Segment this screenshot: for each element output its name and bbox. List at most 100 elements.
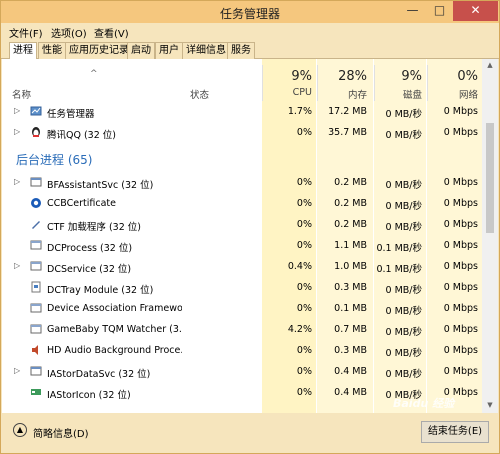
- tab-services[interactable]: 服务: [227, 42, 255, 59]
- column-header-memory[interactable]: 内存: [319, 87, 367, 101]
- cpu-value: 0%: [296, 219, 312, 230]
- network-value: 0 Mbps: [443, 240, 478, 251]
- expand-chevron-icon[interactable]: ▷: [14, 127, 20, 136]
- cpu-value: 0%: [296, 198, 312, 209]
- tab-users[interactable]: 用户: [155, 42, 183, 59]
- process-row[interactable]: DCTray Module (32 位) 0% 0.3 MB 0 MB/秒 0 Mbps: [2, 277, 482, 298]
- network-value: 0 Mbps: [443, 127, 478, 138]
- disk-value: 0 MB/秒: [385, 348, 422, 359]
- process-row[interactable]: CTF 加载程序 (32 位) 0% 0.2 MB 0 MB/秒 0 Mbps: [2, 214, 482, 235]
- network-value: 0 Mbps: [443, 261, 478, 272]
- cpu-value: 1.7%: [287, 106, 312, 117]
- cpu-total: 9%: [291, 69, 312, 84]
- process-name: 腾讯QQ (32 位): [47, 130, 116, 141]
- network-value: 0 Mbps: [443, 303, 478, 314]
- window-icon: [30, 323, 42, 335]
- disk-value: 0 MB/秒: [385, 109, 422, 120]
- expand-chevron-icon[interactable]: ▷: [14, 261, 20, 270]
- window-icon: [30, 260, 42, 272]
- process-row[interactable]: ▷ DCService (32 位) 0.4% 1.0 MB 0.1 MB/秒 0 Mbp…: [2, 256, 482, 277]
- group-background-processes[interactable]: 后台进程 (65): [16, 151, 92, 168]
- title-bar: 任务管理器 — □ ✕: [1, 1, 499, 23]
- tab-startup[interactable]: 启动: [127, 42, 155, 59]
- process-row[interactable]: GameBaby TQM Watcher (3... 4.2% 0.7 MB 0 MB…: [2, 319, 482, 340]
- disk-value: 0 MB/秒: [385, 285, 422, 296]
- disk-value: 0 MB/秒: [385, 201, 422, 212]
- cpu-value: 0%: [296, 282, 312, 293]
- cpu-value: 0.4%: [287, 261, 312, 272]
- tab-bar: 进程 性能 应用历史记录 启动 用户 详细信息 服务: [1, 41, 499, 60]
- process-name: DCProcess (32 位): [47, 243, 133, 254]
- fewer-details-link[interactable]: 简略信息(D): [33, 425, 89, 440]
- service-icon: [30, 176, 42, 188]
- tab-performance[interactable]: 性能: [38, 42, 66, 59]
- process-row[interactable]: ▷ 任务管理器 1.7% 17.2 MB 0 MB/秒 0 Mbps: [2, 101, 482, 122]
- tab-app-history[interactable]: 应用历史记录: [65, 42, 133, 59]
- menu-view[interactable]: 查看(V): [94, 25, 129, 40]
- process-row[interactable]: DCProcess (32 位) 0% 1.1 MB 0.1 MB/秒 0 Mbps: [2, 235, 482, 256]
- sort-caret-icon: ^: [90, 69, 98, 79]
- cpu-value: 0%: [296, 177, 312, 188]
- memory-value: 1.0 MB: [334, 261, 367, 272]
- process-name: CCBCertificate: [47, 198, 116, 209]
- tab-details[interactable]: 详细信息: [182, 42, 230, 59]
- process-row[interactable]: ▷ IAStorDataSvc (32 位) 0% 0.4 MB 0 MB/秒 0 Mbp…: [2, 361, 482, 382]
- close-button[interactable]: ✕: [453, 1, 498, 21]
- column-header-status[interactable]: 状态: [190, 87, 209, 101]
- expand-chevron-icon[interactable]: ▷: [14, 366, 20, 375]
- process-name: DCTray Module (32 位): [47, 285, 154, 296]
- menu-file[interactable]: 文件(F): [9, 25, 43, 40]
- column-divider: [374, 65, 375, 101]
- network-value: 0 Mbps: [443, 366, 478, 377]
- column-divider: [317, 65, 318, 101]
- column-header-name[interactable]: 名称: [12, 87, 31, 101]
- memory-value: 0.3 MB: [334, 282, 367, 293]
- expand-chevron-icon[interactable]: ▷: [14, 177, 20, 186]
- scroll-up-arrow-icon[interactable]: ▲: [486, 61, 494, 71]
- column-divider: [427, 65, 428, 101]
- task-manager-window: 任务管理器 — □ ✕ 文件(F) 选项(O) 查看(V) 进程 性能 应用历史…: [0, 0, 500, 454]
- memory-value: 0.2 MB: [334, 198, 367, 209]
- process-row[interactable]: ▷ BFAssistantSvc (32 位) 0% 0.2 MB 0 MB/秒 0 Mb…: [2, 172, 482, 193]
- taskmgr-icon: [30, 105, 42, 117]
- cpu-value: 0%: [296, 240, 312, 251]
- process-row[interactable]: ▷ 腾讯QQ (32 位) 0% 35.7 MB 0 MB/秒 0 Mbps: [2, 122, 482, 143]
- process-name: Device Association Framewo...: [47, 303, 182, 314]
- network-total: 0%: [457, 69, 478, 84]
- cpu-value: 0%: [296, 303, 312, 314]
- process-name: DCService (32 位): [47, 264, 132, 275]
- memory-value: 0.7 MB: [334, 324, 367, 335]
- minimize-button[interactable]: —: [399, 1, 426, 21]
- maximize-button[interactable]: □: [426, 1, 453, 21]
- scrollbar-thumb[interactable]: [486, 123, 494, 233]
- column-header-network[interactable]: 网络: [429, 87, 478, 101]
- process-row[interactable]: Device Association Framewo... 0% 0.1 MB 0 M…: [2, 298, 482, 319]
- tray-icon: [30, 281, 42, 293]
- process-row[interactable]: CCBCertificate 0% 0.2 MB 0 MB/秒 0 Mbps: [2, 193, 482, 214]
- cpu-value: 0%: [296, 366, 312, 377]
- cpu-value: 4.2%: [287, 324, 312, 335]
- menu-options[interactable]: 选项(O): [51, 25, 87, 40]
- service-icon: [30, 365, 42, 377]
- network-value: 0 Mbps: [443, 219, 478, 230]
- process-name: BFAssistantSvc (32 位): [47, 180, 154, 191]
- memory-value: 35.7 MB: [328, 127, 367, 138]
- memory-total: 28%: [338, 69, 367, 84]
- memory-value: 0.4 MB: [334, 366, 367, 377]
- disk-value: 0 MB/秒: [385, 306, 422, 317]
- tab-processes[interactable]: 进程: [9, 42, 37, 60]
- network-value: 0 Mbps: [443, 345, 478, 356]
- menu-bar: 文件(F) 选项(O) 查看(V): [1, 23, 499, 41]
- collapse-chevron-icon[interactable]: ▲: [13, 423, 27, 437]
- column-divider: [262, 65, 263, 101]
- column-header-disk[interactable]: 磁盘: [376, 87, 422, 101]
- disk-value: 0 MB/秒: [385, 327, 422, 338]
- column-header-cpu[interactable]: CPU: [264, 87, 312, 98]
- process-row[interactable]: HD Audio Background Proce... 0% 0.3 MB 0 MB…: [2, 340, 482, 361]
- network-value: 0 Mbps: [443, 177, 478, 188]
- memory-value: 17.2 MB: [328, 106, 367, 117]
- vertical-scrollbar[interactable]: ▲ ▼: [482, 59, 498, 413]
- cpu-value: 0%: [296, 345, 312, 356]
- disk-value: 0 MB/秒: [385, 369, 422, 380]
- expand-chevron-icon[interactable]: ▷: [14, 106, 20, 115]
